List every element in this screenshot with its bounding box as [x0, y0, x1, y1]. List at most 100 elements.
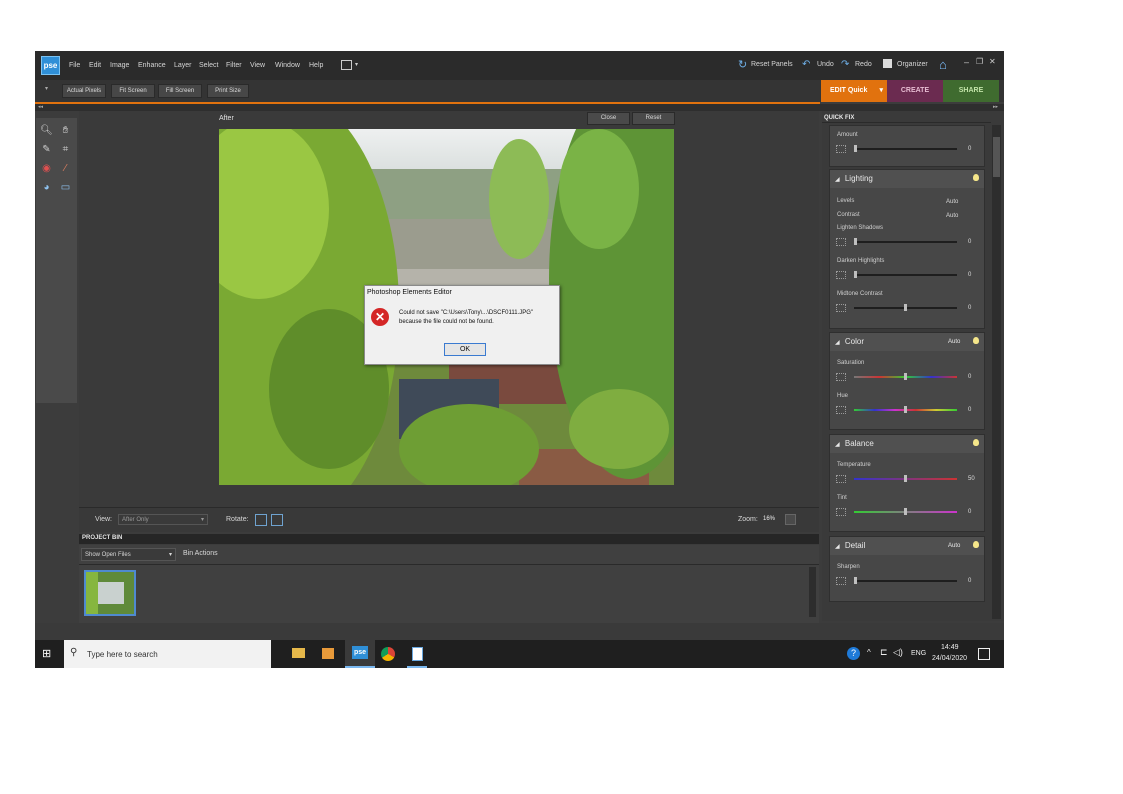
chrome-icon[interactable]	[381, 647, 395, 661]
windows-start-icon[interactable]: ⊞	[42, 647, 51, 660]
tab-create[interactable]: CREATE	[887, 80, 943, 102]
color-auto-button[interactable]: Auto	[948, 333, 960, 351]
slider-knob[interactable]	[854, 238, 857, 245]
restore-icon[interactable]: ❐	[976, 57, 983, 66]
menu-image[interactable]: Image	[110, 62, 129, 69]
hand-tool-icon[interactable]: ✋︎	[59, 124, 72, 137]
arrange-icon[interactable]	[341, 60, 352, 70]
scrollbar-thumb[interactable]	[993, 137, 1000, 177]
menu-help[interactable]: Help	[309, 62, 323, 69]
crop-tool-icon[interactable]: ⌗	[59, 143, 72, 156]
menu-file[interactable]: File	[69, 62, 80, 69]
tab-share[interactable]: SHARE	[943, 80, 999, 102]
clock-date[interactable]: 24/04/2020	[932, 655, 967, 662]
grid-icon[interactable]	[836, 406, 846, 414]
bin-actions-menu[interactable]: Bin Actions	[183, 550, 218, 557]
color-header[interactable]: ◢ Color Auto	[830, 333, 984, 351]
menu-edit[interactable]: Edit	[89, 62, 101, 69]
midtone-slider[interactable]	[854, 304, 957, 311]
language-indicator[interactable]: ENG	[911, 650, 926, 657]
chevron-up-icon[interactable]: ^	[867, 648, 871, 657]
notifications-icon[interactable]	[978, 648, 990, 660]
lightbulb-icon[interactable]	[973, 439, 979, 446]
slider-knob[interactable]	[904, 304, 907, 311]
thumbnail[interactable]	[84, 570, 136, 616]
organizer-button[interactable]: Organizer	[897, 61, 928, 68]
volume-icon[interactable]: ◁)	[893, 647, 903, 658]
black-white-icon[interactable]: ▭	[59, 181, 72, 194]
blue-skies-icon[interactable]: ◕	[40, 181, 53, 194]
whiten-teeth-icon[interactable]: ⁄	[59, 162, 72, 175]
actual-pixels-button[interactable]: Actual Pixels	[62, 84, 106, 98]
document-icon[interactable]	[412, 647, 423, 661]
reset-view-button[interactable]: Reset	[632, 112, 675, 125]
levels-auto-button[interactable]: Auto	[946, 199, 958, 205]
close-view-button[interactable]: Close	[587, 112, 630, 125]
grid-icon[interactable]	[836, 373, 846, 381]
rotate-left-icon[interactable]	[255, 514, 267, 526]
file-explorer-icon[interactable]	[292, 648, 305, 658]
temperature-slider[interactable]	[854, 475, 957, 482]
slider-knob[interactable]	[854, 145, 857, 152]
pse-taskbar-button[interactable]: pse	[345, 640, 375, 668]
menu-layer[interactable]: Layer	[174, 62, 192, 69]
redo-button[interactable]: Redo	[855, 61, 872, 68]
home-icon[interactable]: ⌂	[939, 57, 947, 72]
slider-knob[interactable]	[904, 406, 907, 413]
view-select[interactable]: After Only ▾	[118, 514, 208, 525]
tab-edit-quick[interactable]: EDIT Quick ▾	[821, 80, 887, 102]
shadows-slider[interactable]	[854, 238, 957, 245]
menu-select[interactable]: Select	[199, 62, 218, 69]
menu-enhance[interactable]: Enhance	[138, 62, 166, 69]
detail-auto-button[interactable]: Auto	[948, 537, 960, 555]
zoom-stepper[interactable]	[785, 514, 796, 525]
media-player-icon[interactable]	[322, 648, 334, 659]
network-icon[interactable]: ⊏	[880, 647, 888, 658]
lightbulb-icon[interactable]	[973, 337, 979, 344]
hue-slider[interactable]	[854, 406, 957, 413]
contrast-auto-button[interactable]: Auto	[946, 213, 958, 219]
highlights-slider[interactable]	[854, 271, 957, 278]
close-icon[interactable]: ✕	[989, 57, 996, 66]
print-size-button[interactable]: Print Size	[207, 84, 249, 98]
collapse-left-icon[interactable]: ◂◂	[38, 104, 43, 110]
amount-slider[interactable]	[854, 145, 957, 152]
show-files-select[interactable]: Show Open Files ▾	[81, 548, 176, 561]
slider-knob[interactable]	[854, 271, 857, 278]
balance-header[interactable]: ◢ Balance	[830, 435, 984, 453]
quick-selection-icon[interactable]: ✎	[40, 143, 53, 156]
collapse-right-icon[interactable]: ▸▸	[993, 104, 998, 110]
grid-icon[interactable]	[836, 304, 846, 312]
grid-icon[interactable]	[836, 475, 846, 483]
rotate-right-icon[interactable]	[271, 514, 283, 526]
grid-icon[interactable]	[836, 577, 846, 585]
menu-filter[interactable]: Filter	[226, 62, 242, 69]
ok-button[interactable]: OK	[444, 343, 486, 356]
slider-knob[interactable]	[854, 577, 857, 584]
grid-icon[interactable]	[836, 271, 846, 279]
minimize-icon[interactable]: –	[964, 57, 969, 67]
lightbulb-icon[interactable]	[973, 541, 979, 548]
fit-screen-button[interactable]: Fit Screen	[111, 84, 155, 98]
taskbar-search[interactable]: ⚲ Type here to search	[64, 640, 271, 668]
detail-header[interactable]: ◢ Detail Auto	[830, 537, 984, 555]
menu-view[interactable]: View	[250, 62, 265, 69]
sharpen-slider[interactable]	[854, 577, 957, 584]
lighting-header[interactable]: ◢ Lighting	[830, 170, 984, 188]
menu-window[interactable]: Window	[275, 62, 300, 69]
bin-scrollbar[interactable]	[809, 567, 816, 617]
options-menu-icon[interactable]: ▾	[45, 85, 48, 92]
clock-time[interactable]: 14:49	[941, 644, 959, 651]
saturation-slider[interactable]	[854, 373, 957, 380]
fill-screen-button[interactable]: Fill Screen	[158, 84, 202, 98]
undo-button[interactable]: Undo	[817, 61, 834, 68]
grid-icon[interactable]	[836, 145, 846, 153]
red-eye-icon[interactable]: ◉	[40, 162, 53, 175]
help-icon[interactable]: ?	[847, 647, 860, 660]
tint-slider[interactable]	[854, 508, 957, 515]
zoom-tool-icon[interactable]: 🔍︎	[40, 124, 53, 137]
slider-knob[interactable]	[904, 373, 907, 380]
slider-knob[interactable]	[904, 475, 907, 482]
slider-knob[interactable]	[904, 508, 907, 515]
grid-icon[interactable]	[836, 238, 846, 246]
